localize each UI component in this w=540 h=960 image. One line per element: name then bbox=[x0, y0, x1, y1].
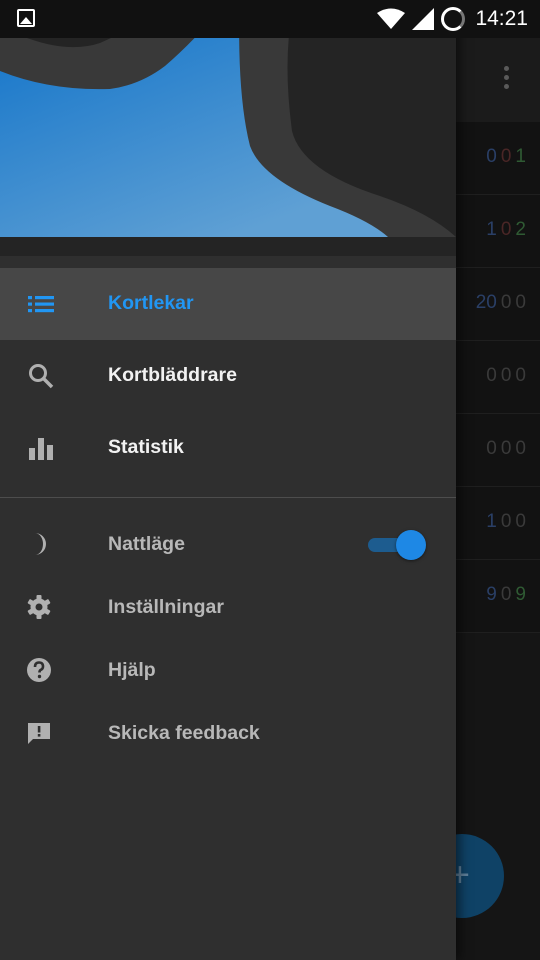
help-label: Hjälp bbox=[108, 659, 156, 681]
status-bar: 14:21 bbox=[0, 0, 540, 38]
drawer-header bbox=[0, 38, 456, 256]
nav-item-statistics[interactable]: Statistik bbox=[0, 412, 456, 484]
learn-count: 0 bbox=[500, 584, 512, 605]
learn-count: 0 bbox=[500, 365, 512, 386]
learn-count: 0 bbox=[500, 219, 512, 240]
due-count: 0 bbox=[515, 365, 526, 386]
learn-count: 0 bbox=[500, 511, 512, 532]
feedback-label: Skicka feedback bbox=[108, 722, 260, 744]
header-artwork bbox=[0, 38, 456, 237]
list-icon bbox=[28, 296, 54, 313]
night-mode-toggle[interactable] bbox=[368, 530, 426, 560]
new-count: 20 bbox=[475, 292, 497, 313]
wifi-icon bbox=[377, 8, 406, 29]
nav-item-label: Kortbläddrare bbox=[108, 364, 237, 386]
due-count: 9 bbox=[515, 584, 526, 605]
learn-count: 0 bbox=[500, 146, 512, 167]
settings-item[interactable]: Inställningar bbox=[0, 575, 456, 638]
gallery-icon bbox=[17, 9, 35, 27]
night-mode-label: Nattläge bbox=[108, 533, 185, 555]
due-count: 1 bbox=[515, 146, 526, 167]
learn-count: 0 bbox=[500, 438, 512, 459]
new-count: 9 bbox=[486, 584, 497, 605]
feedback-item[interactable]: Skicka feedback bbox=[0, 701, 456, 764]
new-count: 0 bbox=[486, 146, 497, 167]
learn-count: 0 bbox=[500, 292, 512, 313]
new-count: 1 bbox=[486, 219, 497, 240]
bar-chart-icon bbox=[29, 438, 53, 460]
help-icon bbox=[27, 658, 51, 682]
nav-item-label: Kortlekar bbox=[108, 292, 194, 314]
moon-icon bbox=[35, 533, 46, 555]
new-count: 0 bbox=[486, 365, 497, 386]
search-icon bbox=[29, 364, 54, 389]
due-count: 0 bbox=[515, 438, 526, 459]
due-count: 2 bbox=[515, 219, 526, 240]
nav-item-browser[interactable]: Kortbläddrare bbox=[0, 340, 456, 412]
navigation-drawer: Kortlekar Kortbläddrare Statistik Nattlä… bbox=[0, 0, 456, 960]
nav-item-label: Statistik bbox=[108, 436, 184, 458]
battery-icon bbox=[441, 7, 466, 31]
divider bbox=[0, 497, 456, 498]
feedback-icon bbox=[28, 723, 50, 744]
new-count: 1 bbox=[486, 511, 497, 532]
settings-label: Inställningar bbox=[108, 596, 224, 618]
help-item[interactable]: Hjälp bbox=[0, 638, 456, 701]
drawer-nav: Kortlekar Kortbläddrare Statistik Nattlä… bbox=[0, 268, 456, 764]
night-mode-item[interactable]: Nattläge bbox=[0, 512, 456, 575]
due-count: 0 bbox=[515, 292, 526, 313]
nav-item-decks[interactable]: Kortlekar bbox=[0, 268, 456, 340]
clock: 14:21 bbox=[475, 7, 528, 30]
new-count: 0 bbox=[486, 438, 497, 459]
overflow-menu-icon[interactable] bbox=[494, 66, 518, 94]
signal-icon bbox=[412, 8, 435, 30]
due-count: 0 bbox=[515, 511, 526, 532]
gear-icon bbox=[27, 595, 51, 619]
